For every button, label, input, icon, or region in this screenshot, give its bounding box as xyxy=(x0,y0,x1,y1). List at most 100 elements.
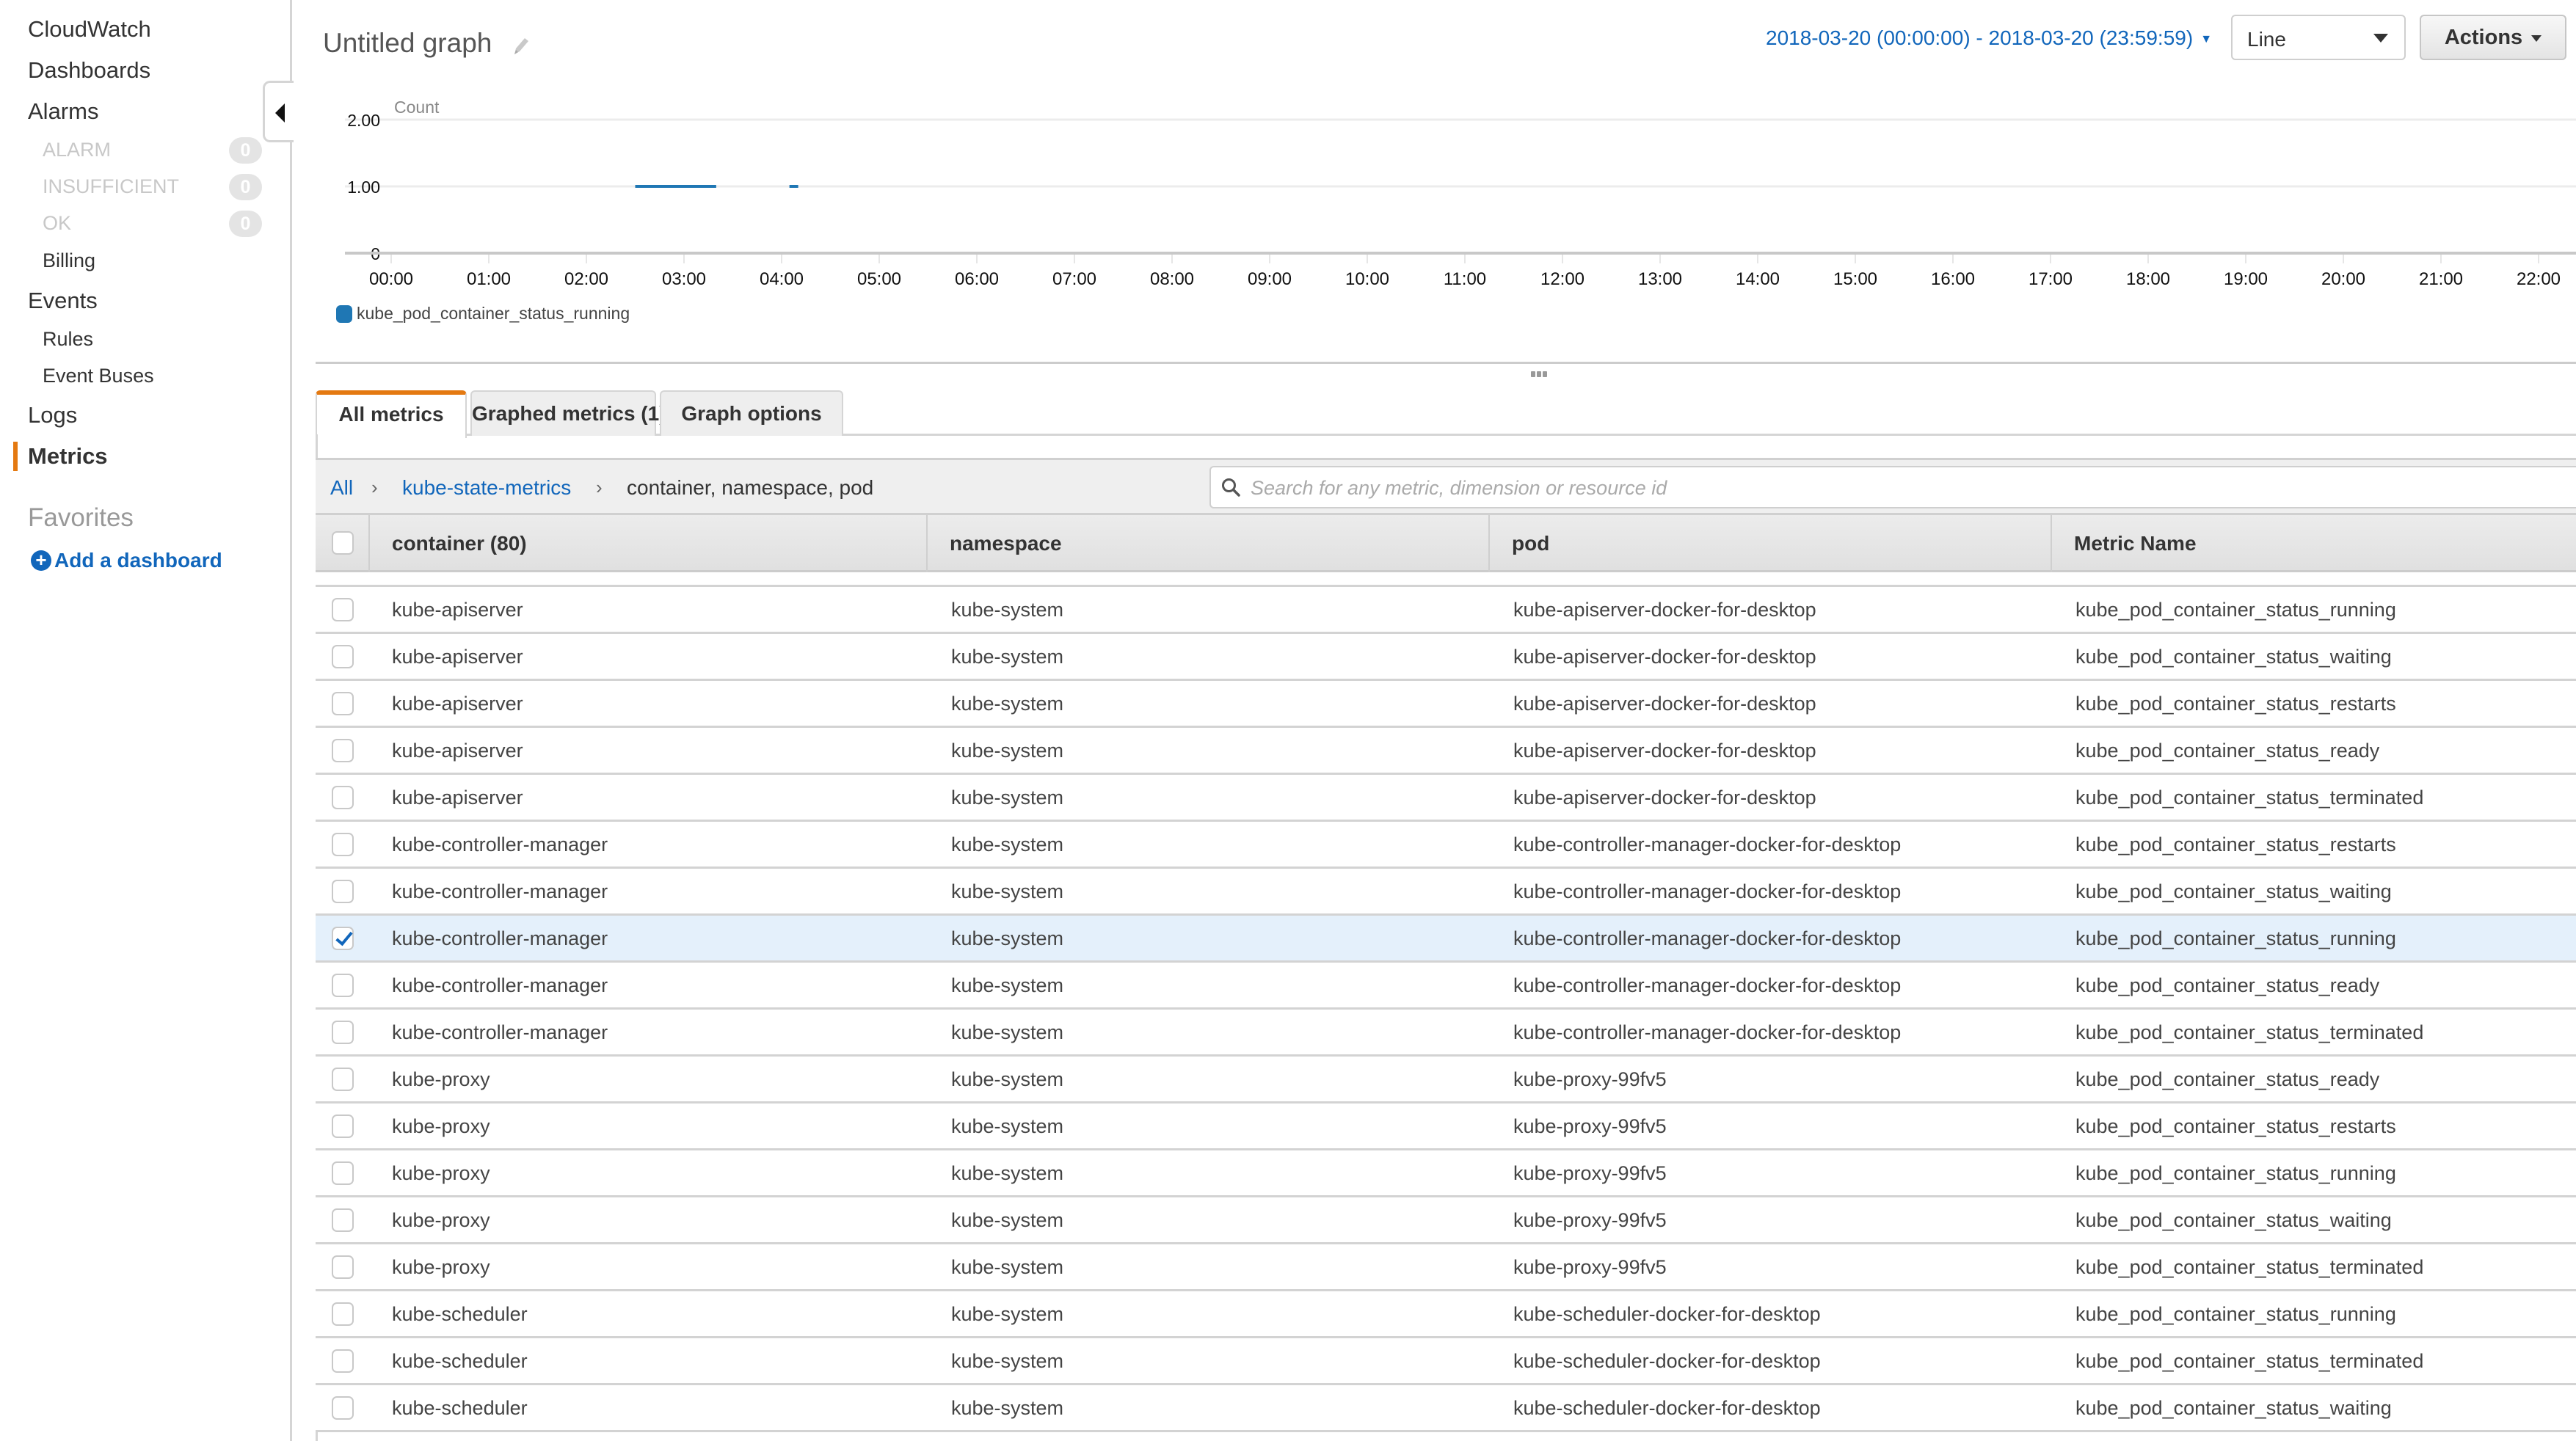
table-row[interactable]: kube-scheduler kube-system kube-scheduler-… xyxy=(316,1385,2576,1432)
graph-divider xyxy=(316,362,2576,364)
row-checkbox[interactable] xyxy=(332,1068,354,1091)
caret-down-icon xyxy=(2373,34,2388,43)
breadcrumb-all[interactable]: All xyxy=(330,476,353,500)
row-checkbox[interactable] xyxy=(332,1021,354,1044)
x-tick-label: 19:00 xyxy=(2224,269,2268,289)
tab-graph-options[interactable]: Graph options xyxy=(660,390,843,436)
row-checkbox[interactable] xyxy=(332,974,354,997)
tab-graphed-metrics[interactable]: Graphed metrics (1) xyxy=(470,390,666,436)
table-row[interactable]: kube-apiserver kube-system kube-apiserver-… xyxy=(316,634,2576,681)
row-checkbox[interactable] xyxy=(332,927,354,950)
table-row[interactable]: kube-apiserver kube-system kube-apiserver-… xyxy=(316,681,2576,728)
table-row[interactable]: kube-proxy kube-system kube-proxy-99fv5 kub… xyxy=(316,1150,2576,1197)
table-row[interactable]: kube-controller-manager kube-system kube-c… xyxy=(316,869,2576,916)
cell-pod: kube-controller-manager-docker-for-deskt… xyxy=(1513,927,1902,949)
x-tick-label: 00:00 xyxy=(369,269,413,289)
cell-metric-name: kube_pod_container_status_waiting xyxy=(2075,1397,2392,1419)
row-checkbox[interactable] xyxy=(332,1208,354,1232)
chart-type-select[interactable]: Line xyxy=(2231,15,2406,60)
graph-title[interactable]: Untitled graph xyxy=(323,28,492,59)
cell-metric-name: kube_pod_container_status_waiting xyxy=(2075,880,2392,902)
table-row[interactable]: kube-controller-manager kube-system kube-c… xyxy=(316,822,2576,869)
select-all-checkbox[interactable] xyxy=(332,531,354,555)
chart-legend-item[interactable]: kube_pod_container_status_running xyxy=(336,304,630,324)
table-row[interactable]: kube-apiserver kube-system kube-apiserver-… xyxy=(316,728,2576,775)
x-tick-label: 22:00 xyxy=(2517,269,2561,289)
row-checkbox[interactable] xyxy=(332,1115,354,1138)
cell-pod: kube-proxy-99fv5 xyxy=(1513,1068,1667,1090)
row-checkbox[interactable] xyxy=(332,1396,354,1420)
search-input[interactable] xyxy=(1251,473,2557,503)
cell-pod: kube-apiserver-docker-for-desktop xyxy=(1513,740,1816,762)
column-header-container[interactable]: container (80) xyxy=(370,515,926,572)
x-tick-label: 02:00 xyxy=(564,269,608,289)
row-checkbox[interactable] xyxy=(332,1349,354,1373)
column-header-metric-name[interactable]: Metric Name xyxy=(2051,515,2576,572)
table-row[interactable]: kube-proxy kube-system kube-proxy-99fv5 kub… xyxy=(316,1244,2576,1291)
row-checkbox[interactable] xyxy=(332,786,354,809)
x-tick-label: 01:00 xyxy=(467,269,511,289)
x-tick-label: 08:00 xyxy=(1150,269,1194,289)
row-checkbox[interactable] xyxy=(332,692,354,715)
collapse-sidebar-button[interactable] xyxy=(263,81,294,142)
row-checkbox[interactable] xyxy=(332,1255,354,1279)
column-header-pod[interactable]: pod xyxy=(1488,515,2051,572)
sidebar-item-dashboards[interactable]: Dashboards xyxy=(28,57,150,84)
cell-metric-name: kube_pod_container_status_terminated xyxy=(2075,1021,2424,1043)
row-checkbox[interactable] xyxy=(332,833,354,856)
cell-namespace: kube-system xyxy=(951,927,1064,949)
sidebar-item-metrics[interactable]: Metrics xyxy=(28,443,108,470)
cell-namespace: kube-system xyxy=(951,1303,1064,1325)
table-row[interactable]: kube-apiserver kube-system kube-apiserver-… xyxy=(316,587,2576,634)
sidebar-item-events[interactable]: Events xyxy=(28,288,98,314)
sidebar-item-rules[interactable]: Rules xyxy=(43,328,93,351)
x-tick-label: 03:00 xyxy=(662,269,706,289)
time-range-picker[interactable]: 2018-03-20 (00:00:00) - 2018-03-20 (23:5… xyxy=(1766,26,2212,50)
actions-button[interactable]: Actions xyxy=(2420,15,2566,60)
cell-pod: kube-controller-manager-docker-for-deskt… xyxy=(1513,880,1902,902)
cell-pod: kube-scheduler-docker-for-desktop xyxy=(1513,1397,1821,1419)
metric-search[interactable] xyxy=(1209,466,2576,508)
row-checkbox[interactable] xyxy=(332,598,354,621)
table-header: container (80) namespace pod Metric Name xyxy=(316,515,2576,572)
favorites-heading: Favorites xyxy=(28,503,134,532)
row-checkbox[interactable] xyxy=(332,1161,354,1185)
actions-label: Actions xyxy=(2444,26,2523,49)
pencil-icon[interactable] xyxy=(512,35,531,57)
breadcrumb-namespace[interactable]: kube-state-metrics xyxy=(402,476,571,500)
cell-container: kube-apiserver xyxy=(392,787,523,809)
resize-handle[interactable] xyxy=(1531,371,1549,379)
add-dashboard-link[interactable]: + Add a dashboard xyxy=(31,549,222,572)
row-checkbox[interactable] xyxy=(332,1302,354,1326)
sidebar-item-alarm[interactable]: ALARM xyxy=(43,139,111,161)
legend-label: kube_pod_container_status_running xyxy=(357,304,630,323)
table-row[interactable]: kube-controller-manager kube-system kube-c… xyxy=(316,916,2576,963)
table-row[interactable]: kube-proxy kube-system kube-proxy-99fv5 kub… xyxy=(316,1103,2576,1150)
chart-type-value: Line xyxy=(2247,28,2286,51)
sidebar-item-billing[interactable]: Billing xyxy=(43,249,95,272)
row-checkbox[interactable] xyxy=(332,645,354,668)
cell-container: kube-scheduler xyxy=(392,1303,528,1325)
column-header-namespace[interactable]: namespace xyxy=(926,515,1488,572)
cell-namespace: kube-system xyxy=(951,740,1064,762)
sidebar-item-alarms[interactable]: Alarms xyxy=(28,98,98,125)
sidebar-item-insufficient[interactable]: INSUFFICIENT xyxy=(43,175,179,198)
table-row[interactable]: kube-controller-manager kube-system kube-c… xyxy=(316,1010,2576,1057)
add-dashboard-label: Add a dashboard xyxy=(54,549,222,572)
table-row[interactable]: kube-controller-manager kube-system kube-c… xyxy=(316,963,2576,1010)
cell-metric-name: kube_pod_container_status_ready xyxy=(2075,740,2380,762)
table-row[interactable]: kube-scheduler kube-system kube-scheduler-… xyxy=(316,1338,2576,1385)
sidebar-item-cloudwatch[interactable]: CloudWatch xyxy=(28,16,151,43)
sidebar-item-logs[interactable]: Logs xyxy=(28,402,77,428)
table-row[interactable]: kube-scheduler kube-system kube-scheduler-… xyxy=(316,1291,2576,1338)
table-row[interactable]: kube-proxy kube-system kube-proxy-99fv5 kub… xyxy=(316,1057,2576,1103)
cell-metric-name: kube_pod_container_status_terminated xyxy=(2075,787,2424,809)
table-row[interactable]: kube-proxy kube-system kube-proxy-99fv5 kub… xyxy=(316,1197,2576,1244)
sidebar-item-event-buses[interactable]: Event Buses xyxy=(43,365,154,387)
tab-all-metrics[interactable]: All metrics xyxy=(316,390,467,438)
table-row[interactable]: kube-apiserver kube-system kube-apiserver-… xyxy=(316,775,2576,822)
cell-container: kube-proxy xyxy=(392,1068,490,1090)
sidebar-item-ok[interactable]: OK xyxy=(43,212,71,235)
row-checkbox[interactable] xyxy=(332,739,354,762)
row-checkbox[interactable] xyxy=(332,880,354,903)
